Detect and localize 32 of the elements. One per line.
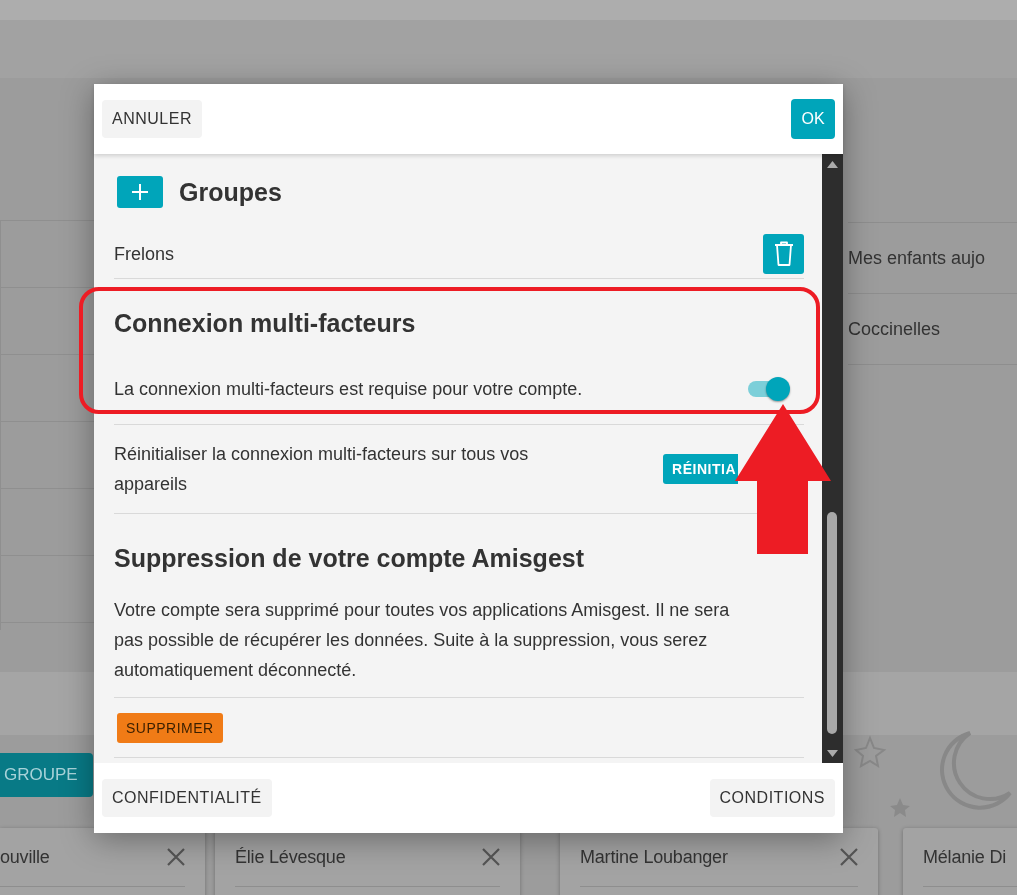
scroll-down-icon[interactable] [827, 750, 838, 758]
list-item[interactable]: Mes enfants aujo [848, 222, 1017, 293]
delete-button[interactable] [763, 234, 804, 274]
mfa-description: La connexion multi-facteurs est requise pour votre compte. [114, 378, 583, 401]
scroll-thumb[interactable] [827, 512, 837, 734]
ok-button[interactable]: OK [791, 99, 835, 139]
person-name: Mélanie Di [923, 846, 1007, 868]
person-name: Élie Lévesque [235, 846, 346, 868]
reset-button[interactable]: RÉINITIA [663, 454, 738, 484]
close-icon[interactable] [840, 848, 858, 866]
close-icon[interactable] [167, 848, 185, 866]
section-heading: Groupes [179, 177, 282, 207]
person-name: Martine Loubanger [580, 846, 728, 868]
footer-link-button[interactable]: CONFIDENTIALITÉ [102, 779, 272, 817]
section-heading: Suppression de votre compte Amisgest [114, 544, 586, 573]
trash-icon [773, 241, 794, 267]
list-item[interactable]: Coccinelles [848, 293, 1017, 365]
delete-account-button[interactable]: SUPPRIMER [117, 712, 223, 743]
mfa-toggle[interactable] [746, 376, 792, 402]
delete-description: Votre compte sera supprimé pour toutes vos applications Amisgest. Il ne sera pas possible de récupérer les données. Suite à la suppression, vous serez automatiquement déconnecté. [114, 599, 731, 682]
add-button[interactable] [117, 176, 163, 208]
scroll-up-icon[interactable] [827, 160, 838, 168]
person-name: ouville [0, 846, 50, 868]
footer-link-button[interactable]: CONDITIONS [709, 779, 835, 817]
plus-icon [131, 183, 149, 201]
cancel-button[interactable]: ANNULER [102, 100, 202, 138]
scrollbar[interactable] [822, 154, 843, 763]
close-icon[interactable] [482, 848, 500, 866]
reset-description: Réinitialiser la connexion multi-facteurs sur tous vos appareils [114, 443, 530, 496]
group-name: Frelons [114, 243, 175, 266]
section-heading: Connexion multi-facteurs [114, 309, 417, 338]
add-group-button[interactable]: GROUPE [0, 753, 93, 797]
